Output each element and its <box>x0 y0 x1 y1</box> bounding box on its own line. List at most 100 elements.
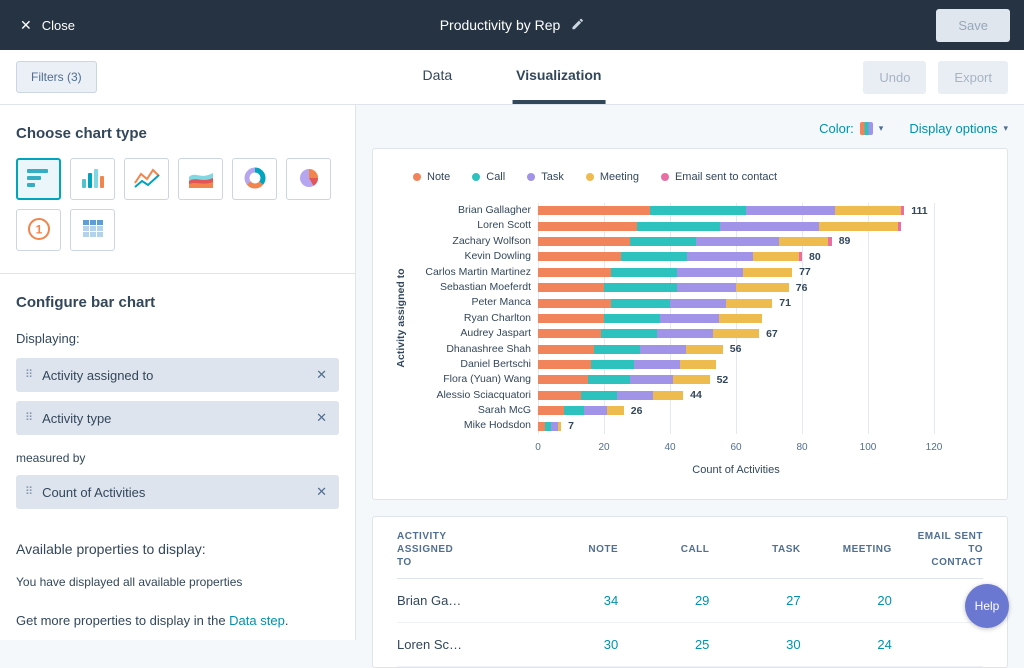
bar-segment[interactable] <box>779 237 829 246</box>
bar-segment[interactable] <box>538 268 611 277</box>
remove-chip-icon[interactable]: ✕ <box>316 367 327 383</box>
bar-segment[interactable] <box>653 391 683 400</box>
bar-segment[interactable] <box>743 268 793 277</box>
remove-chip-icon[interactable]: ✕ <box>316 410 327 426</box>
bar-segment[interactable] <box>538 299 611 308</box>
chart-type-kpi[interactable]: 1 <box>16 209 61 251</box>
bar-segment[interactable] <box>746 206 835 215</box>
bar-segment[interactable] <box>538 375 588 384</box>
dimension-chip-activity-assigned-to[interactable]: ⠿ Activity assigned to ✕ <box>16 358 339 392</box>
legend-item[interactable]: Call <box>472 171 505 183</box>
bar-segment[interactable] <box>720 222 819 231</box>
bar-segment[interactable] <box>538 222 637 231</box>
bar-segment[interactable] <box>538 406 564 415</box>
bar-segment[interactable] <box>898 222 901 231</box>
data-step-link[interactable]: Data step <box>229 613 285 628</box>
drag-handle-icon[interactable]: ⠿ <box>25 413 33 424</box>
tab-visualization[interactable]: Visualization <box>512 50 605 104</box>
chart-type-donut[interactable] <box>232 158 277 200</box>
help-button[interactable]: Help <box>965 584 1009 628</box>
bar-segment[interactable] <box>588 375 631 384</box>
metric-cell[interactable]: 24 <box>801 637 892 652</box>
bar-segment[interactable] <box>630 237 696 246</box>
bar-segment[interactable] <box>551 422 558 431</box>
bar-segment[interactable] <box>719 314 762 323</box>
bar-segment[interactable] <box>538 283 604 292</box>
remove-chip-icon[interactable]: ✕ <box>316 484 327 500</box>
bar-segment[interactable] <box>677 268 743 277</box>
bar-segment[interactable] <box>538 391 581 400</box>
bar-segment[interactable] <box>670 299 726 308</box>
color-dropdown[interactable]: Color: ▾ <box>819 121 883 136</box>
bar-segment[interactable] <box>634 360 680 369</box>
dimension-chip-activity-type[interactable]: ⠿ Activity type ✕ <box>16 401 339 435</box>
bar-segment[interactable] <box>601 329 657 338</box>
bar-segment[interactable] <box>799 252 802 261</box>
bar-segment[interactable] <box>753 252 799 261</box>
bar-segment[interactable] <box>617 391 653 400</box>
bar-segment[interactable] <box>673 375 709 384</box>
bar-segment[interactable] <box>538 422 545 431</box>
close-button[interactable]: ✕ Close <box>14 17 81 34</box>
bar-segment[interactable] <box>726 299 772 308</box>
chart-type-column[interactable] <box>70 158 115 200</box>
bar-segment[interactable] <box>736 283 789 292</box>
undo-button[interactable]: Undo <box>863 61 926 94</box>
metric-cell[interactable]: 27 <box>709 593 800 608</box>
display-options-dropdown[interactable]: Display options ▾ <box>909 121 1008 136</box>
bar-segment[interactable] <box>828 237 831 246</box>
bar-segment[interactable] <box>538 237 630 246</box>
metric-cell[interactable]: 30 <box>527 637 618 652</box>
bar-segment[interactable] <box>640 345 686 354</box>
bar-segment[interactable] <box>538 252 621 261</box>
bar-segment[interactable] <box>538 360 591 369</box>
bar-segment[interactable] <box>696 237 779 246</box>
bar-segment[interactable] <box>558 422 561 431</box>
bar-segment[interactable] <box>564 406 584 415</box>
chart-type-line[interactable] <box>124 158 169 200</box>
bar-segment[interactable] <box>650 206 746 215</box>
bar-segment[interactable] <box>545 422 552 431</box>
bar-segment[interactable] <box>538 345 594 354</box>
legend-item[interactable]: Note <box>413 171 450 183</box>
tab-data[interactable]: Data <box>419 50 457 104</box>
drag-handle-icon[interactable]: ⠿ <box>25 370 33 381</box>
drag-handle-icon[interactable]: ⠿ <box>25 487 33 498</box>
bar-segment[interactable] <box>604 283 677 292</box>
bar-segment[interactable] <box>677 283 736 292</box>
bar-segment[interactable] <box>538 314 604 323</box>
bar-segment[interactable] <box>713 329 759 338</box>
metric-cell[interactable]: 25 <box>618 637 709 652</box>
bar-segment[interactable] <box>594 345 640 354</box>
bar-segment[interactable] <box>607 406 624 415</box>
bar-segment[interactable] <box>538 329 601 338</box>
bar-segment[interactable] <box>660 314 719 323</box>
edit-title-icon[interactable] <box>570 17 584 34</box>
legend-item[interactable]: Email sent to contact <box>661 171 777 183</box>
metric-cell[interactable]: 34 <box>527 593 618 608</box>
metric-cell[interactable]: 30 <box>709 637 800 652</box>
bar-segment[interactable] <box>604 314 660 323</box>
legend-item[interactable]: Meeting <box>586 171 639 183</box>
bar-segment[interactable] <box>686 345 722 354</box>
bar-segment[interactable] <box>901 206 904 215</box>
metric-cell[interactable]: 20 <box>801 593 892 608</box>
chart-type-horizontal-bar[interactable] <box>16 158 61 200</box>
bar-segment[interactable] <box>611 299 670 308</box>
bar-segment[interactable] <box>584 406 607 415</box>
bar-segment[interactable] <box>687 252 753 261</box>
measure-chip-count-of-activities[interactable]: ⠿ Count of Activities ✕ <box>16 475 339 509</box>
bar-segment[interactable] <box>630 375 673 384</box>
export-button[interactable]: Export <box>938 61 1008 94</box>
bar-segment[interactable] <box>611 268 677 277</box>
bar-segment[interactable] <box>591 360 634 369</box>
chart-type-area[interactable] <box>178 158 223 200</box>
chart-type-pie[interactable] <box>286 158 331 200</box>
filters-button[interactable]: Filters (3) <box>16 61 97 93</box>
bar-segment[interactable] <box>581 391 617 400</box>
bar-segment[interactable] <box>621 252 687 261</box>
bar-segment[interactable] <box>680 360 716 369</box>
legend-item[interactable]: Task <box>527 171 564 183</box>
bar-segment[interactable] <box>819 222 898 231</box>
save-button[interactable]: Save <box>936 9 1010 42</box>
